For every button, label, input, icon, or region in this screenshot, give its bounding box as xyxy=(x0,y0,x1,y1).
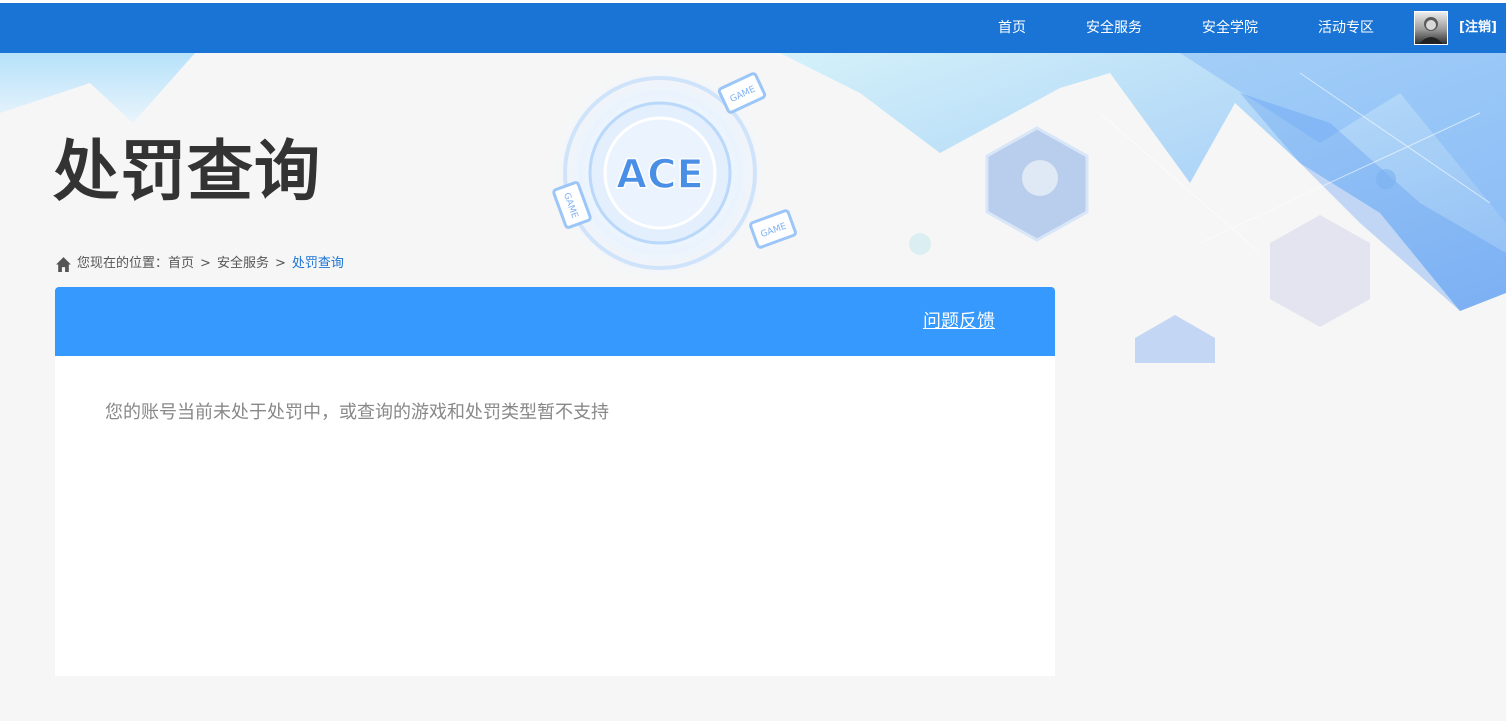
ace-logo: ACE xyxy=(616,152,704,198)
status-message: 您的账号当前未处于处罚中，或查询的游戏和处罚类型暂不支持 xyxy=(105,402,609,423)
logout-link[interactable]: [注销] xyxy=(1459,3,1497,53)
result-panel: 您的账号当前未处于处罚中，或查询的游戏和处罚类型暂不支持 xyxy=(55,356,1055,676)
hexagon-character-3 xyxy=(1135,315,1215,363)
breadcrumb-current: 处罚查询 xyxy=(291,256,344,271)
panel-header: 问题反馈 xyxy=(55,287,1055,356)
breadcrumb-separator: > xyxy=(274,256,286,271)
breadcrumb-home[interactable]: 首页 xyxy=(168,254,194,274)
avatar-portrait xyxy=(1419,17,1443,44)
banner-dot-1 xyxy=(909,233,931,255)
user-avatar[interactable] xyxy=(1414,11,1448,45)
breadcrumb-prefix: 您现在的位置： xyxy=(77,256,169,271)
breadcrumb: 您现在的位置： 首页 > 安全服务 > 处罚查询 xyxy=(55,254,344,274)
banner-dot-2 xyxy=(1376,169,1396,189)
feedback-link[interactable]: 问题反馈 xyxy=(923,287,995,356)
nav-home[interactable]: 首页 xyxy=(998,3,1026,53)
nav-security-service[interactable]: 安全服务 xyxy=(1086,3,1142,53)
hexagon-character-2 xyxy=(1270,215,1370,327)
page-title: 处罚查询 xyxy=(53,133,321,210)
breadcrumb-security-service[interactable]: 安全服务 xyxy=(217,254,269,274)
nav-activity-zone[interactable]: 活动专区 xyxy=(1318,3,1374,53)
breadcrumb-separator: > xyxy=(200,256,211,271)
banner-shape-left xyxy=(0,53,195,123)
home-icon xyxy=(56,256,71,272)
top-navbar: 首页 安全服务 安全学院 活动专区 [注销] xyxy=(0,3,1506,53)
nav-security-academy[interactable]: 安全学院 xyxy=(1202,3,1258,53)
